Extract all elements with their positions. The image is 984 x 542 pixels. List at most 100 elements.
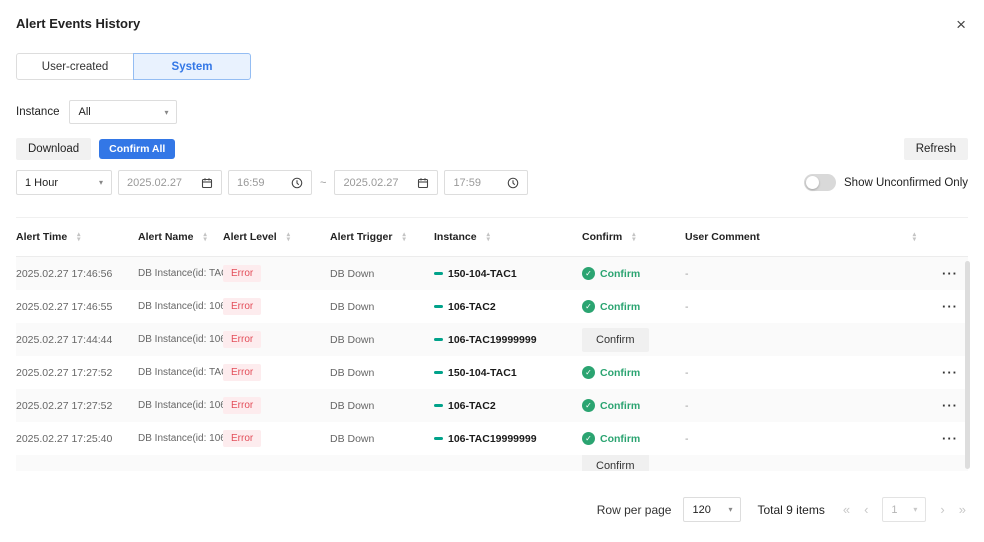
dialog-header: Alert Events History × [0, 0, 984, 33]
chevron-down-icon: ▾ [728, 505, 732, 514]
cell-instance: 150-104-TAC1 [434, 268, 582, 280]
instance-select[interactable]: All ▾ [69, 100, 177, 124]
last-page-button[interactable]: » [959, 502, 966, 517]
first-page-button[interactable]: « [843, 502, 850, 517]
cell-alert-name: DB Instance(id: 106TAC2) [138, 400, 223, 411]
cell-alert-time: 2025.02.27 17:25:40 [16, 433, 138, 445]
clock-icon [291, 177, 303, 189]
confirm-all-button[interactable]: Confirm All [99, 139, 175, 159]
next-page-button[interactable]: › [940, 502, 944, 517]
check-circle-icon: ✓ [582, 300, 595, 313]
sort-icon[interactable]: ▴▾ [287, 232, 290, 242]
show-unconfirmed-toggle[interactable] [804, 174, 836, 191]
confirm-status: Confirm [600, 367, 640, 379]
cell-alert-time: 2025.02.27 17:46:55 [16, 301, 138, 313]
col-label: Alert Name [138, 231, 193, 243]
check-circle-icon: ✓ [582, 399, 595, 412]
cell-instance: 106-TAC19999999 [434, 433, 582, 445]
sort-icon[interactable]: ▴▾ [487, 232, 490, 242]
tab-user-created[interactable]: User-created [16, 53, 134, 80]
sort-icon[interactable]: ▴▾ [402, 232, 405, 242]
cell-alert-name: DB Instance(id: TAC1) DOV [138, 367, 223, 378]
col-label: Instance [434, 231, 477, 243]
calendar-icon [417, 177, 429, 189]
cell-instance: 106-TAC2 [434, 400, 582, 412]
cell-alert-trigger: DB Down [330, 334, 434, 346]
check-circle-icon: ✓ [582, 267, 595, 280]
cell-alert-time: 2025.02.27 17:44:44 [16, 334, 138, 346]
row-menu-button[interactable]: ··· [924, 266, 968, 281]
show-unconfirmed-label: Show Unconfirmed Only [844, 177, 968, 189]
sort-icon[interactable]: ▴▾ [77, 232, 80, 242]
start-date-input[interactable]: 2025.02.27 [118, 170, 222, 195]
sort-icon[interactable]: ▴▾ [632, 232, 635, 242]
cell-confirm: ✓Confirm [582, 300, 685, 313]
row-menu-button[interactable]: ··· [924, 398, 968, 413]
cell-alert-trigger: DB Down [330, 367, 434, 379]
cell-alert-name: DB Instance(id: 106TAC2) [138, 301, 223, 312]
show-unconfirmed-wrap: Show Unconfirmed Only [804, 174, 968, 191]
ellipsis-icon: ··· [942, 299, 958, 314]
page-select[interactable]: 1 ▾ [882, 497, 926, 522]
cell-confirm: Confirm [582, 328, 685, 352]
period-select-value: 1 Hour [25, 177, 58, 189]
table-scrollbar[interactable] [965, 261, 970, 469]
cell-confirm: ✓ Confirm [582, 267, 685, 280]
download-button[interactable]: Download [16, 138, 91, 160]
cell-alert-name: DB Instance(id: TAC1) DOV [138, 268, 223, 279]
rows-per-page-label: Row per page [597, 503, 672, 517]
prev-page-button[interactable]: ‹ [864, 502, 868, 517]
error-badge: Error [223, 331, 261, 348]
confirm-status: Confirm [600, 268, 640, 280]
row-menu-button[interactable]: ··· [924, 431, 968, 446]
sort-icon[interactable]: ▴▾ [203, 232, 206, 242]
instance-name: 150-104-TAC1 [448, 367, 517, 379]
cell-alert-trigger: DB Down [330, 301, 434, 313]
table-header: Alert Time▴▾ Alert Name▴▾ Alert Level▴▾ … [16, 217, 968, 257]
table-row: 2025.02.27 17:44:44 DB Instance(id: 106T… [16, 323, 968, 356]
col-alert-time: Alert Time▴▾ [16, 231, 138, 243]
table-row: 2025.02.27 17:25:40 DB Instance(id: 106T… [16, 422, 968, 455]
instance-label: Instance [16, 106, 59, 118]
col-label: Confirm [582, 231, 622, 243]
rows-per-page-select[interactable]: 120 ▾ [683, 497, 741, 522]
col-label: Alert Trigger [330, 231, 392, 243]
calendar-icon [201, 177, 213, 189]
tab-system[interactable]: System [133, 53, 251, 80]
cell-user-comment: - [685, 268, 924, 280]
ellipsis-icon: ··· [942, 365, 958, 380]
cell-instance: 106-TAC19999999 [434, 334, 582, 346]
close-icon[interactable]: × [956, 16, 966, 33]
col-alert-trigger: Alert Trigger ▴▾ [330, 231, 434, 243]
refresh-button[interactable]: Refresh [904, 138, 968, 160]
confirm-button[interactable]: Confirm [582, 455, 649, 471]
ellipsis-icon: ··· [942, 398, 958, 413]
row-menu-button[interactable]: ··· [924, 299, 968, 314]
alert-events-history-dialog: Alert Events History × User-created Syst… [0, 0, 984, 542]
period-select[interactable]: 1 Hour ▾ [16, 170, 112, 195]
page-title: Alert Events History [16, 16, 140, 31]
date-filter-row: 1 Hour ▾ 2025.02.27 16:59 ~ 2025.02.27 1… [0, 170, 984, 195]
start-time-input[interactable]: 16:59 [228, 170, 312, 195]
table-row: 2025.02.27 17:27:52 DB Instance(id: 106T… [16, 389, 968, 422]
instance-dash-icon [434, 404, 443, 407]
cell-alert-trigger: DB Down [330, 433, 434, 445]
table-row: 2025.02.27 17:46:56 DB Instance(id: TAC1… [16, 257, 968, 290]
cell-alert-level: Error [223, 331, 330, 348]
cell-user-comment: - [685, 367, 924, 379]
end-date-input[interactable]: 2025.02.27 [334, 170, 438, 195]
row-menu-button[interactable]: ··· [924, 365, 968, 380]
cell-instance: 106-TAC2 [434, 301, 582, 313]
cell-alert-level: Error [223, 265, 330, 282]
end-date-value: 2025.02.27 [343, 177, 398, 189]
end-time-input[interactable]: 17:59 [444, 170, 528, 195]
instance-name: 106-TAC19999999 [448, 433, 537, 445]
ellipsis-icon: ··· [942, 431, 958, 446]
cell-alert-time: 2025.02.27 17:46:56 [16, 268, 138, 280]
rows-per-page-value: 120 [692, 504, 710, 516]
col-instance: Instance ▴▾ [434, 231, 582, 243]
sort-icon[interactable]: ▴▾ [913, 232, 916, 242]
table-row: 2025.02.27 17:27:52 DB Instance(id: TAC1… [16, 356, 968, 389]
chevron-down-icon: ▾ [99, 178, 103, 187]
confirm-button[interactable]: Confirm [582, 328, 649, 352]
